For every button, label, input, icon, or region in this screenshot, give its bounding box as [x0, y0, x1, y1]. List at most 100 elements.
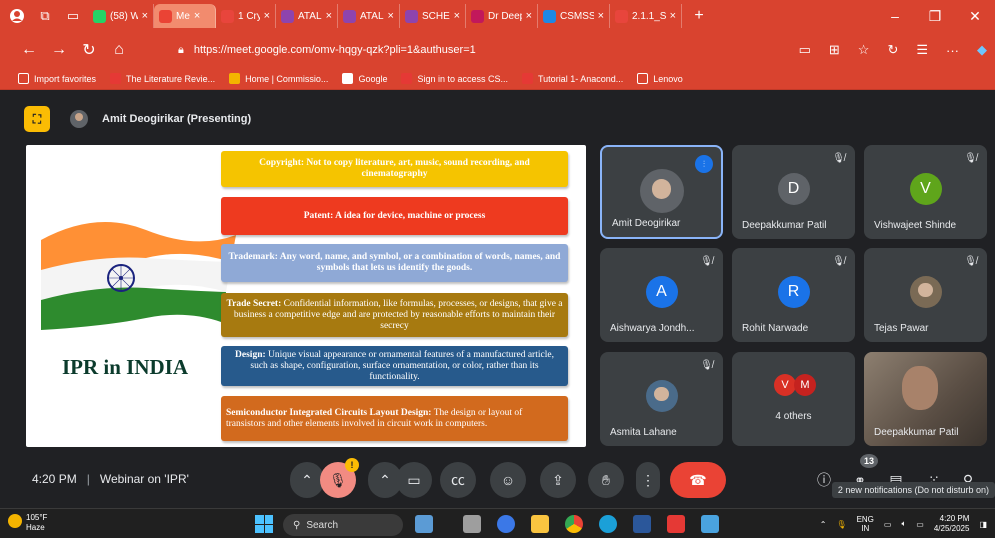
bookmark-item[interactable]: Sign in to access CS...: [401, 73, 508, 84]
leave-call-button[interactable]: ☎︎: [670, 462, 726, 498]
word-icon[interactable]: [633, 515, 651, 533]
tab-label: Dr Deep: [488, 10, 522, 22]
tab-actions-icon[interactable]: ▭: [62, 5, 84, 27]
emoji-reaction-button[interactable]: ☺: [490, 462, 526, 498]
clock[interactable]: 4:20 PM 4/25/2025: [934, 514, 970, 534]
captions-button[interactable]: ㏄: [440, 462, 476, 498]
avatar: D: [777, 173, 810, 205]
browser-tab[interactable]: ATAL ×: [338, 4, 400, 28]
battery-icon[interactable]: ▭: [916, 520, 924, 529]
participant-tile[interactable]: R Rohit Narwade 🎙︎̸: [732, 248, 855, 342]
participant-tile[interactable]: V Vishwajeet Shinde 🎙︎̸: [864, 145, 987, 239]
tab-favicon-icon: [93, 9, 106, 23]
bookmark-item[interactable]: Lenovo: [637, 73, 683, 84]
weather-widget[interactable]: 105°F Haze: [8, 513, 48, 533]
present-screen-icon[interactable]: ⛶: [24, 106, 50, 132]
browser-tab[interactable]: ATAL | ×: [276, 4, 338, 28]
browser-tab[interactable]: 1 Cryog ×: [216, 4, 276, 28]
more-menu-icon[interactable]: ···: [946, 43, 959, 58]
refresh-icon[interactable]: ↻: [74, 40, 104, 60]
copilot-taskbar-icon[interactable]: [497, 515, 515, 533]
close-tab-icon[interactable]: ×: [598, 10, 604, 22]
participant-tile[interactable]: Deepakkumar Patil: [864, 352, 987, 446]
audio-options-button[interactable]: ⌃: [290, 462, 324, 498]
lock-icon[interactable]: 🔒︎: [178, 44, 184, 57]
present-now-button[interactable]: ⇪: [540, 462, 576, 498]
close-tab-icon[interactable]: ×: [194, 10, 200, 22]
mic-tray-icon[interactable]: 🎙︎: [836, 520, 846, 529]
tab-label: (58) Wh: [110, 10, 138, 22]
bookmark-label: Home | Commissio...: [245, 73, 329, 84]
language-bottom: IN: [861, 524, 870, 533]
browser-tab[interactable]: 2.1.1_Sc ×: [610, 4, 682, 28]
raise-hand-button[interactable]: ✋︎: [588, 462, 624, 498]
close-tab-icon[interactable]: ×: [454, 10, 460, 22]
back-icon[interactable]: ←: [14, 41, 44, 59]
weather-icon: [8, 514, 22, 528]
copilot-icon[interactable]: ◆: [977, 42, 987, 58]
ipr-category-heading: Patent: A idea for device, machine or pr…: [303, 210, 486, 221]
youtube-icon: [522, 73, 534, 84]
cast-icon[interactable]: ▭: [799, 42, 811, 58]
refresh-extension-icon[interactable]: ↻: [887, 42, 898, 58]
forward-icon[interactable]: →: [44, 41, 74, 59]
photos-icon[interactable]: [701, 515, 719, 533]
bookmark-item[interactable]: Tutorial 1- Anacond...: [522, 73, 623, 84]
url-field[interactable]: 🔒︎ https://meet.google.com/omv-hqgy-qzk?…: [168, 39, 758, 61]
participant-tile[interactable]: Amit Deogirikar ⫶: [600, 145, 723, 239]
network-icon[interactable]: ▭: [884, 520, 892, 529]
participant-tile[interactable]: VM 4 others: [732, 352, 855, 446]
browser-tab[interactable]: CSMSS ×: [538, 4, 610, 28]
tab-favicon-icon: [405, 9, 418, 23]
new-tab-button[interactable]: +: [688, 5, 710, 27]
people-count-badge: 13: [860, 454, 878, 468]
language-indicator[interactable]: ENG IN: [857, 515, 874, 533]
more-options-button[interactable]: ⋮: [636, 462, 660, 498]
close-tab-icon[interactable]: ×: [142, 10, 148, 22]
system-tray: ⌃ 🎙︎ ENG IN ▭ 🔈︎ ▭ 4:20 PM 4/25/2025 ◨: [820, 512, 987, 536]
restore-icon[interactable]: ❐: [915, 8, 955, 25]
bookmark-item[interactable]: The Literature Revie...: [110, 73, 215, 84]
task-view-icon[interactable]: [463, 515, 481, 533]
edge-icon[interactable]: [599, 515, 617, 533]
close-window-icon[interactable]: ✕: [955, 8, 995, 25]
browser-tab[interactable]: (58) Wh ×: [88, 4, 154, 28]
tray-overflow-icon[interactable]: ⌃: [820, 520, 827, 529]
participant-tile[interactable]: D Deepakkumar Patil 🎙︎̸: [732, 145, 855, 239]
participant-tile[interactable]: Tejas Pawar 🎙︎̸: [864, 248, 987, 342]
browser-tab[interactable]: Dr Deep ×: [466, 4, 538, 28]
app-available-icon[interactable]: ⊞: [829, 42, 840, 58]
close-tab-icon[interactable]: ×: [526, 10, 532, 22]
close-tab-icon[interactable]: ×: [388, 10, 394, 22]
muted-mic-icon: 🎙︎̸: [832, 256, 845, 267]
chrome-icon[interactable]: [565, 515, 583, 533]
browser-tab[interactable]: Me ×: [154, 4, 216, 28]
acrobat-icon[interactable]: [667, 515, 685, 533]
notification-center-icon[interactable]: ◨: [979, 520, 987, 529]
bookmark-item[interactable]: Google: [342, 73, 387, 84]
profile-icon[interactable]: [6, 5, 28, 27]
close-tab-icon[interactable]: ×: [264, 10, 270, 22]
participant-tile[interactable]: Asmita Lahane 🎙︎̸: [600, 352, 723, 446]
camera-button[interactable]: ▭: [396, 462, 432, 498]
close-tab-icon[interactable]: ×: [326, 10, 332, 22]
close-tab-icon[interactable]: ×: [670, 10, 676, 22]
widgets-icon[interactable]: [415, 515, 433, 533]
taskbar-search[interactable]: ⚲ Search: [283, 514, 403, 536]
volume-icon[interactable]: 🔈︎: [901, 519, 906, 529]
folder-icon: [637, 73, 649, 84]
favorite-star-icon[interactable]: ☆: [858, 42, 870, 58]
browser-tab[interactable]: SCHEM ×: [400, 4, 466, 28]
home-icon[interactable]: ⌂: [104, 41, 134, 59]
windows-start-icon[interactable]: [255, 515, 273, 533]
temperature: 105°F: [26, 513, 48, 522]
minimize-icon[interactable]: –: [875, 8, 915, 24]
ipr-category-heading: Semiconductor Integrated Circuits Layout…: [226, 407, 432, 418]
file-explorer-icon[interactable]: [531, 515, 549, 533]
meeting-time: 4:20 PM: [32, 472, 77, 486]
workspaces-icon[interactable]: ⧉: [34, 5, 56, 27]
participant-tile[interactable]: A Aishwarya Jondh... 🎙︎̸: [600, 248, 723, 342]
bookmark-item[interactable]: Import favorites: [18, 73, 96, 84]
favorites-icon[interactable]: ☰: [916, 42, 928, 58]
bookmark-item[interactable]: Home | Commissio...: [229, 73, 328, 84]
